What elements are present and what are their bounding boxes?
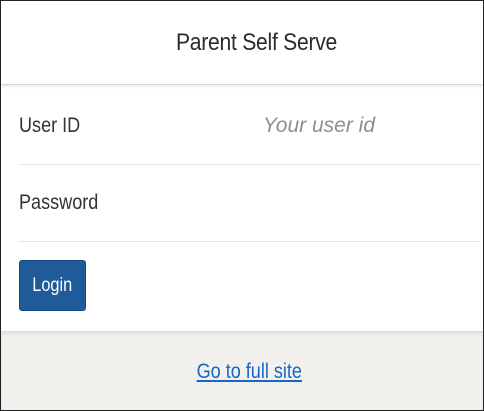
page-footer: Go to full site [1, 331, 483, 410]
full-site-link[interactable]: Go to full site [196, 360, 301, 384]
password-row: Password [19, 165, 481, 242]
login-area: Login [1, 242, 483, 331]
password-input[interactable] [169, 183, 469, 223]
login-page: Parent Self Serve User ID Password Login… [0, 0, 484, 411]
user-id-input[interactable] [169, 106, 469, 146]
login-button-label: Login [32, 274, 73, 296]
user-id-row: User ID [19, 88, 481, 165]
login-button[interactable]: Login [19, 260, 86, 311]
page-header: Parent Self Serve [1, 1, 483, 85]
user-id-label: User ID [19, 114, 81, 137]
password-label: Password [19, 191, 99, 214]
page-title: Parent Self Serve [175, 28, 337, 56]
